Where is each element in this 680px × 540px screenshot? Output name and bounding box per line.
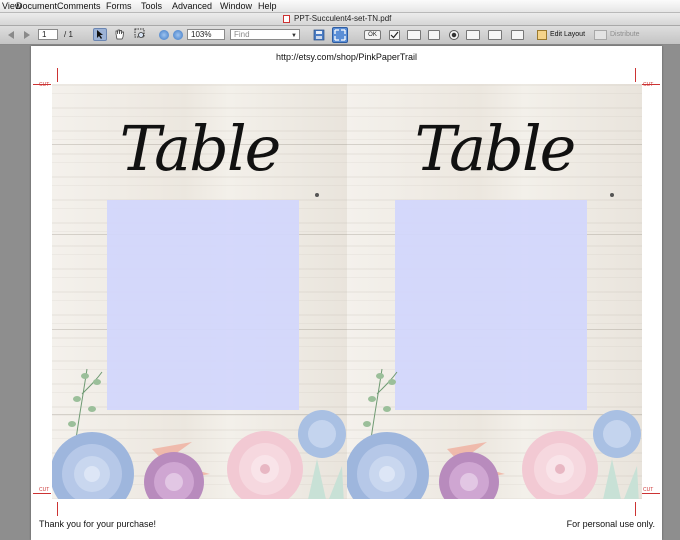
menu-forms[interactable]: Forms: [106, 0, 132, 12]
image-field-tool-icon[interactable]: [488, 30, 502, 40]
select-tool-icon[interactable]: [93, 28, 107, 41]
menu-window[interactable]: Window: [220, 0, 252, 12]
zoom-out-icon[interactable]: [159, 30, 169, 40]
menu-tools[interactable]: Tools: [141, 0, 162, 12]
distribute-label: Distribute: [610, 31, 640, 38]
cut-line: [642, 493, 660, 494]
distribute-icon: [594, 30, 607, 40]
succulent-floral-illustration: [52, 368, 346, 499]
fold-line: [635, 68, 636, 82]
pdf-page: http://etsy.com/shop/PinkPaperTrail Tabl…: [31, 46, 662, 540]
window-title: PPT-Succulent4-set-TN.pdf: [294, 14, 392, 23]
distribute-button[interactable]: Distribute: [594, 28, 644, 42]
radio-tool-icon[interactable]: [449, 30, 459, 40]
zoom-marquee-icon[interactable]: [134, 28, 148, 41]
previous-page-icon[interactable]: [8, 31, 14, 39]
zoom-in-icon[interactable]: [173, 30, 183, 40]
cut-line: [33, 493, 51, 494]
pdf-file-icon: [283, 15, 290, 23]
hand-tool-icon[interactable]: [113, 28, 127, 41]
header-url: http://etsy.com/shop/PinkPaperTrail: [275, 52, 418, 62]
cut-mark-label: CUT: [39, 82, 50, 88]
menu-advanced[interactable]: Advanced: [172, 0, 212, 12]
edit-layout-icon: [537, 30, 547, 40]
find-placeholder: Find: [234, 30, 250, 39]
cut-line: [642, 84, 660, 85]
menu-comments[interactable]: Comments: [57, 0, 101, 12]
fit-page-icon[interactable]: [332, 27, 348, 43]
window-title-bar: PPT-Succulent4-set-TN.pdf: [0, 13, 680, 26]
list-box-tool-icon[interactable]: [428, 30, 440, 40]
find-input[interactable]: Find ▼: [230, 29, 300, 40]
cut-line: [33, 84, 51, 85]
wood-knot: [315, 193, 319, 197]
table-card-left: Table: [52, 84, 347, 499]
cut-mark-label: CUT: [643, 82, 654, 88]
wood-knot: [610, 193, 614, 197]
menu-bar: View Document Comments Forms Tools Advan…: [0, 0, 680, 13]
save-icon[interactable]: [313, 29, 325, 41]
page-number-input[interactable]: 1: [38, 29, 58, 40]
succulent-floral-illustration: [347, 368, 641, 499]
find-dropdown-icon[interactable]: ▼: [291, 31, 297, 41]
fold-line: [57, 68, 58, 82]
table-tool-icon[interactable]: [511, 30, 524, 40]
footer-thank-you: Thank you for your purchase!: [39, 519, 157, 529]
footer-personal-use: For personal use only.: [566, 519, 655, 529]
ok-button[interactable]: OK: [364, 30, 381, 40]
zoom-level-select[interactable]: 103%: [187, 29, 225, 40]
text-tool-icon[interactable]: [466, 30, 480, 40]
card-heading: Table: [414, 112, 577, 185]
card-heading: Table: [119, 112, 282, 185]
menu-help[interactable]: Help: [258, 0, 277, 12]
text-field-tool-icon[interactable]: [407, 30, 421, 40]
edit-layout-label: Edit Layout: [550, 31, 586, 38]
page-total: / 1: [64, 30, 73, 39]
fold-line: [57, 502, 58, 516]
edit-layout-button[interactable]: Edit Layout: [537, 28, 589, 42]
next-page-icon[interactable]: [24, 31, 30, 39]
checkbox-tool-icon[interactable]: [389, 30, 400, 40]
table-card-right: Table: [347, 84, 642, 499]
fold-line: [635, 502, 636, 516]
toolbar: 1 / 1 103% Find ▼ OK Edit Layout Distrib…: [0, 26, 680, 45]
menu-document[interactable]: Document: [16, 0, 57, 12]
